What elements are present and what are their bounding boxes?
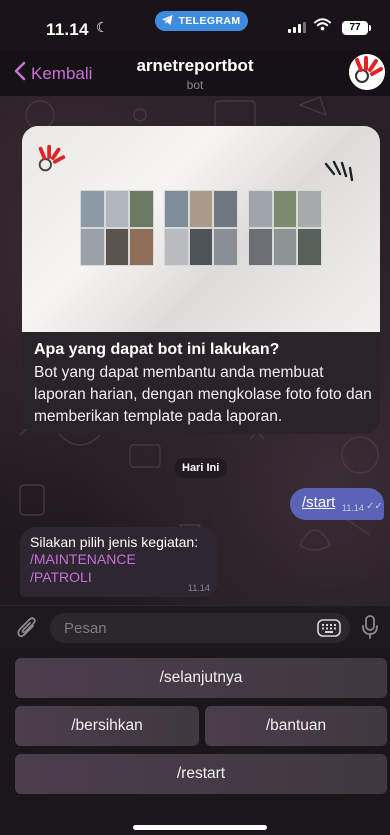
- status-bar: 11.14 ☾ TELEGRAM 77: [0, 0, 390, 50]
- telegram-app-pill[interactable]: TELEGRAM: [155, 11, 248, 31]
- wifi-icon: [314, 18, 331, 36]
- double-check-icon: ✓✓: [366, 501, 383, 512]
- bot-intro-card: Apa yang dapat bot ini lakukan? Bot yang…: [22, 126, 380, 434]
- keyboard-button-bersihkan[interactable]: /bersihkan: [15, 706, 199, 746]
- sparkle-lines-icon: [322, 160, 358, 195]
- command-link-patroli[interactable]: /PATROLI: [30, 569, 92, 585]
- photo-collage-3: [248, 190, 322, 266]
- bot-avatar-icon[interactable]: [349, 54, 385, 90]
- keyboard-icon[interactable]: [317, 618, 341, 643]
- bot-keyboard: /selanjutnya /bersihkan /bantuan /restar…: [0, 650, 390, 835]
- chat-title[interactable]: arnetreportbot: [0, 56, 390, 76]
- chat-header: Kembali arnetreportbot bot: [0, 50, 390, 96]
- message-input[interactable]: Pesan: [50, 613, 350, 643]
- battery-icon: 77: [342, 21, 371, 35]
- date-divider: Hari Ini: [174, 458, 228, 478]
- chat-subtitle: bot: [186, 78, 204, 92]
- outgoing-message-text[interactable]: /start: [302, 494, 335, 511]
- telegram-icon: [162, 14, 173, 28]
- signal-icon: [288, 22, 306, 33]
- battery-level: 77: [349, 22, 361, 33]
- moon-icon: ☾: [96, 19, 109, 35]
- paperclip-icon[interactable]: [16, 616, 38, 645]
- incoming-message: Silakan pilih jenis kegiatan: /MAINTENAN…: [20, 527, 218, 597]
- microphone-icon[interactable]: [362, 615, 378, 644]
- outgoing-message[interactable]: /start 11.14 ✓✓: [290, 488, 384, 520]
- keyboard-button-restart[interactable]: /restart: [15, 754, 387, 794]
- telegram-pill-label: TELEGRAM: [178, 15, 241, 27]
- bot-logo-icon: [34, 142, 68, 181]
- telegram-chat-screen: 11.14 ☾ TELEGRAM 77 Kembali arnetreportb…: [0, 0, 390, 835]
- command-link-maintenance[interactable]: /MAINTENANCE: [30, 551, 136, 567]
- photo-collage-1: [80, 190, 154, 266]
- status-time: 11.14: [46, 20, 89, 39]
- outgoing-message-time: 11.14: [342, 503, 364, 513]
- incoming-message-text: Silakan pilih jenis kegiatan:: [30, 534, 199, 550]
- intro-description: Bot yang dapat membantu anda membuat lap…: [34, 364, 372, 425]
- message-placeholder: Pesan: [64, 620, 107, 637]
- message-input-bar: Pesan: [0, 605, 390, 649]
- intro-heading: Apa yang dapat bot ini lakukan?: [34, 341, 280, 358]
- keyboard-button-bantuan[interactable]: /bantuan: [205, 706, 387, 746]
- intro-image: [22, 126, 380, 332]
- incoming-message-time: 11.14: [188, 583, 210, 593]
- home-indicator[interactable]: [133, 825, 267, 830]
- keyboard-button-selanjutnya[interactable]: /selanjutnya: [15, 658, 387, 698]
- photo-collage-2: [164, 190, 238, 266]
